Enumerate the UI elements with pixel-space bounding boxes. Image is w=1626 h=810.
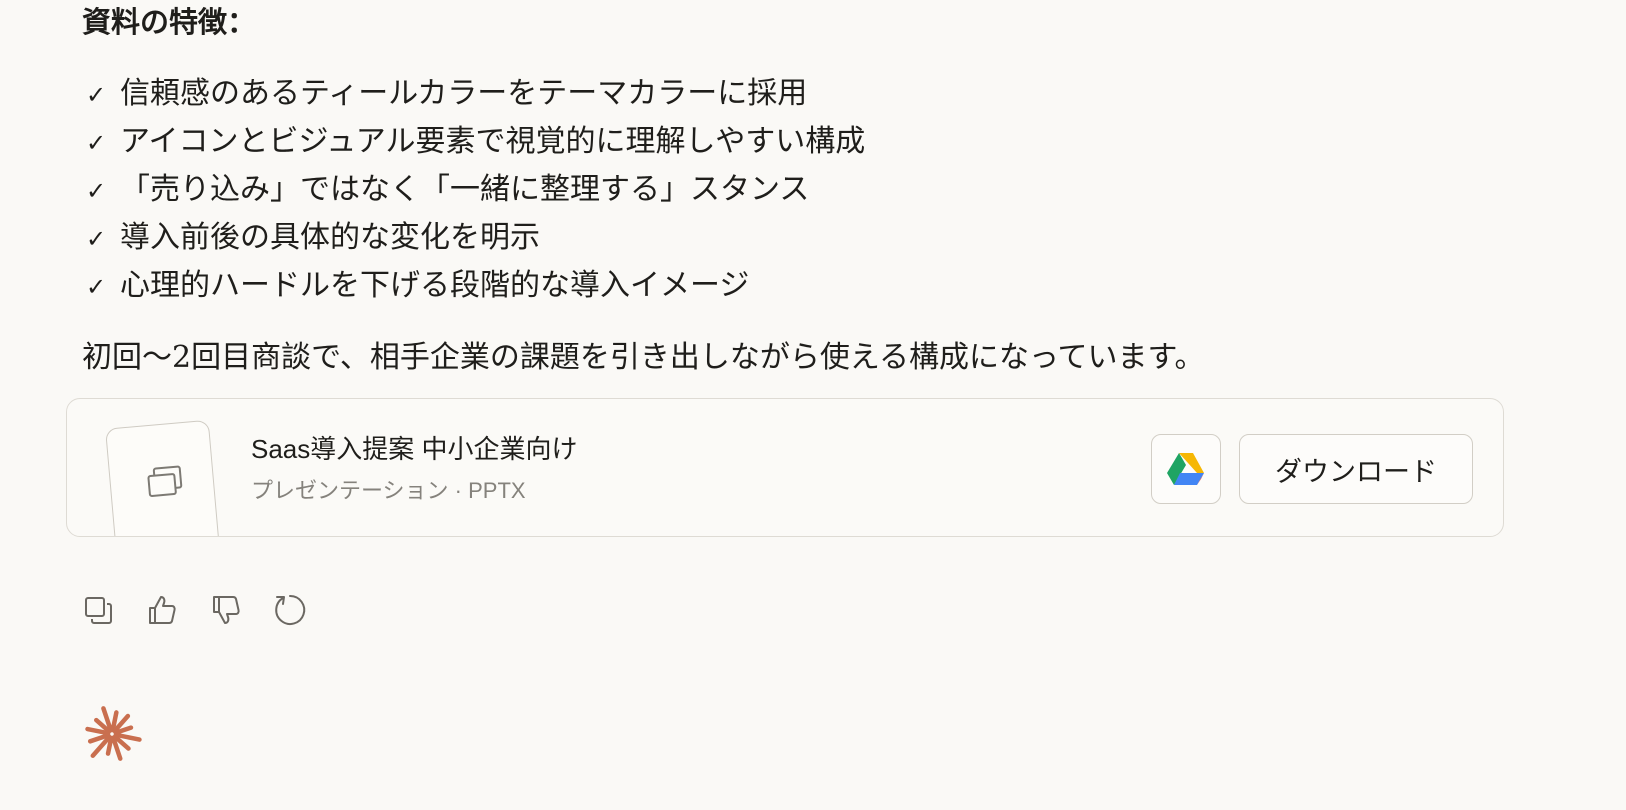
copy-icon <box>85 597 112 624</box>
thumbs-up-button[interactable] <box>144 592 180 628</box>
check-mark: ✓ <box>86 177 107 205</box>
retry-button[interactable] <box>272 592 308 628</box>
thumbs-down-button[interactable] <box>208 592 244 628</box>
feature-item: ✓ アイコンとビジュアル要素で視覚的に理解しやすい構成 <box>86 118 865 166</box>
google-drive-icon <box>1167 453 1204 485</box>
thumbs-up-icon <box>149 596 176 624</box>
retry-icon <box>275 594 306 625</box>
feature-text: 心理的ハードルを下げる段階的な導入イメージ <box>120 268 750 303</box>
claude-spark-icon <box>85 706 142 761</box>
download-button[interactable]: ダウンロード <box>1239 434 1473 504</box>
file-attachment-card[interactable]: Saas導入提案 中小企業向け プレゼンテーション · PPTX ダウンロード <box>66 398 1504 537</box>
check-mark: ✓ <box>86 129 107 157</box>
message-summary: 初回〜2回目商談で、相手企業の課題を引き出しながら使える構成になっています。 <box>82 340 1205 375</box>
check-mark: ✓ <box>86 81 107 109</box>
thumbs-down-icon <box>213 596 240 624</box>
file-thumbnail <box>105 419 221 536</box>
check-mark: ✓ <box>86 225 107 253</box>
feature-item: ✓ 導入前後の具体的な変化を明示 <box>86 214 865 262</box>
feature-item: ✓ 信頼感のあるティールカラーをテーマカラーに採用 <box>86 70 865 118</box>
file-name: Saas導入提案 中小企業向け <box>251 434 578 464</box>
feature-list: ✓ 信頼感のあるティールカラーをテーマカラーに採用 ✓ アイコンとビジュアル要素で視… <box>86 70 865 310</box>
feature-item: ✓ 心理的ハードルを下げる段階的な導入イメージ <box>86 262 865 310</box>
message-heading: 資料の特徴： <box>82 5 257 39</box>
save-to-google-drive-button[interactable] <box>1151 434 1221 504</box>
feature-item: ✓ 「売り込み」ではなく「一緒に整理する」スタンス <box>86 166 865 214</box>
presentation-icon <box>147 465 183 497</box>
feature-text: アイコンとビジュアル要素で視覚的に理解しやすい構成 <box>120 124 866 159</box>
file-type-label: プレゼンテーション · PPTX <box>251 478 526 503</box>
feature-text: 「売り込み」ではなく「一緒に整理する」スタンス <box>120 172 810 207</box>
feature-text: 信頼感のあるティールカラーをテーマカラーに採用 <box>120 76 808 111</box>
copy-button[interactable] <box>80 592 116 628</box>
check-mark: ✓ <box>86 273 107 301</box>
feature-text: 導入前後の具体的な変化を明示 <box>120 220 540 255</box>
